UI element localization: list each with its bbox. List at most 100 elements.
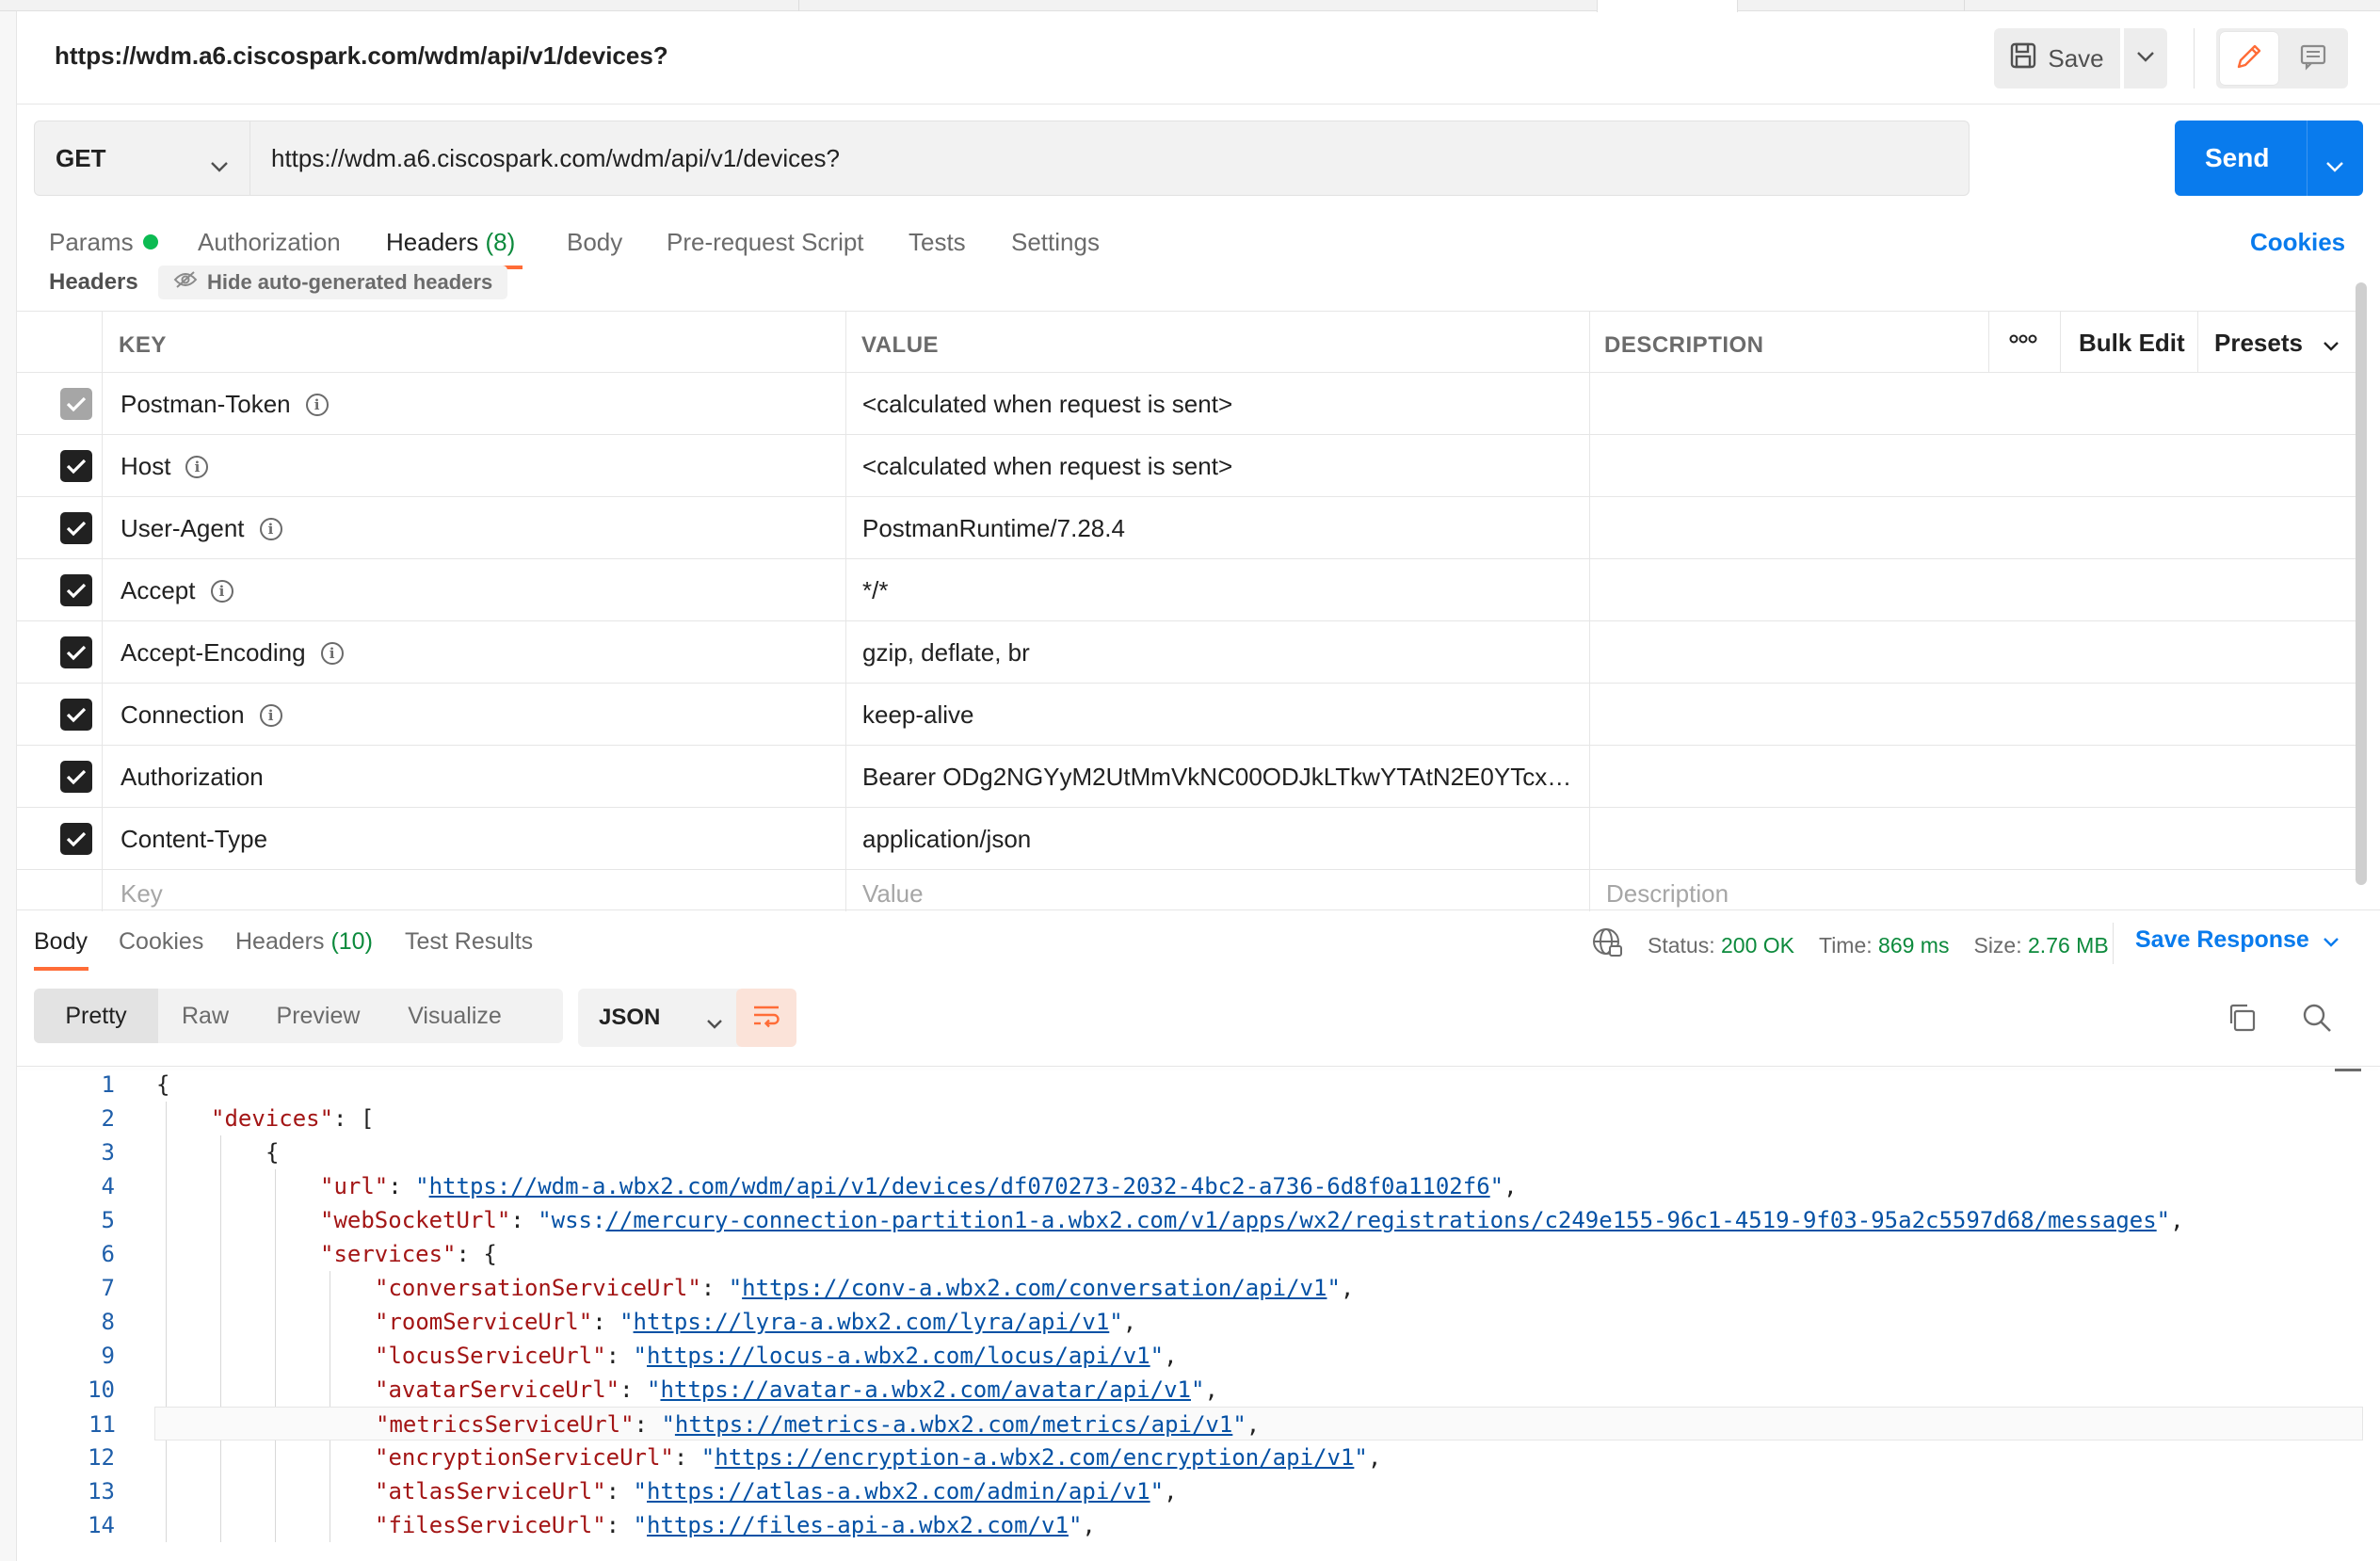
header-key-cell[interactable]: Accept-Encoding i [121,638,344,668]
code-link[interactable]: https://wdm-a.wbx2.com/wdm/api/v1/device… [429,1173,1490,1199]
presets-dropdown[interactable]: Presets [2214,329,2340,358]
code-token: : [673,1444,701,1471]
header-key-cell[interactable]: Postman-Token i [121,390,329,419]
code-link[interactable]: https://avatar-a.wbx2.com/avatar/api/v1 [660,1376,1191,1403]
header-value[interactable]: */* [862,576,888,605]
code-link[interactable]: https://files-api-a.wbx2.com/v1 [647,1512,1069,1538]
response-tab-cookies[interactable]: Cookies [119,928,203,956]
code-token: " [1109,1309,1123,1335]
json-key: "encryptionServiceUrl" [375,1444,674,1471]
active-tab[interactable] [1597,0,1738,12]
header-value[interactable]: Bearer ODg2NGYyM2UtMmVkNC00ODJkLTkwYTAtN… [862,763,1587,792]
code-line: 3{ [17,1135,2363,1169]
info-icon[interactable]: i [259,517,282,540]
code-text: "avatarServiceUrl": "https://avatar-a.wb… [375,1373,1218,1407]
header-key-cell[interactable]: Authorization [121,763,264,792]
response-code-view[interactable]: 1{2 "devices": [3{4 "url": "https://wdm-a.… [17,1068,2363,1542]
header-key: Accept [121,576,196,604]
checkbox-icon[interactable] [60,761,92,793]
header-key-cell[interactable]: Connection i [121,700,282,730]
header-value[interactable]: gzip, deflate, br [862,638,1030,668]
header-value[interactable]: PostmanRuntime/7.28.4 [862,514,1125,543]
wrap-lines-button[interactable] [736,989,796,1047]
globe-icon[interactable] [1591,926,1623,964]
code-text: "url": "https://wdm-a.wbx2.com/wdm/api/v… [320,1169,1518,1203]
new-description-input[interactable]: Description [1606,879,1729,909]
hide-auto-generated-headers-button[interactable]: Hide auto-generated headers [158,266,508,299]
tab-authorization[interactable]: Authorization [198,228,341,257]
json-key: "metricsServiceUrl" [376,1411,635,1438]
header-value[interactable]: <calculated when request is sent> [862,452,1232,481]
view-preview-button[interactable]: Preview [252,989,384,1043]
info-icon[interactable]: i [259,703,282,727]
checkbox-icon[interactable] [60,450,92,482]
checkbox-icon[interactable] [60,823,92,855]
status-label: Status: [1648,932,1715,958]
new-key-input[interactable]: Key [121,879,163,909]
header-value[interactable]: application/json [862,825,1031,854]
checkbox-icon[interactable] [60,636,92,668]
cookies-link[interactable]: Cookies [2250,228,2345,257]
header-key-cell[interactable]: Accept i [121,576,233,605]
code-link[interactable]: https://encryption-a.wbx2.com/encryption… [715,1444,1354,1471]
info-icon[interactable]: i [210,579,233,603]
tab-separator [798,0,799,11]
info-icon[interactable]: i [320,641,344,665]
bulk-edit-button[interactable]: Bulk Edit [2079,329,2185,358]
code-link[interactable]: https://locus-a.wbx2.com/locus/api/v1 [647,1343,1150,1369]
edit-mode-button[interactable] [2220,32,2278,85]
tab-prerequest-script[interactable]: Pre-request Script [667,228,864,257]
column-divider [102,311,103,911]
header-key-cell[interactable]: User-Agent i [121,514,282,543]
new-value-input[interactable]: Value [862,879,924,909]
save-button[interactable]: Save [1994,28,2120,89]
meta-divider [2113,923,2114,964]
checkbox-icon[interactable] [60,512,92,544]
tab-tests[interactable]: Tests [909,228,966,257]
save-response-button[interactable]: Save Response [2135,926,2340,954]
more-icon[interactable] [2009,332,2037,349]
tab-headers[interactable]: Headers (8) [386,228,515,257]
copy-icon[interactable] [2226,1002,2258,1038]
view-raw-button[interactable]: Raw [158,989,252,1043]
code-link[interactable]: https://atlas-a.wbx2.com/admin/api/v1 [647,1478,1150,1505]
code-link[interactable]: https://conv-a.wbx2.com/conversation/api… [742,1275,1327,1301]
checkbox-icon[interactable] [60,574,92,606]
time-indicator[interactable]: Time: 869 ms [1819,933,1949,958]
header-value[interactable]: keep-alive [862,700,974,730]
code-token: " [1190,1376,1205,1403]
info-icon[interactable]: i [305,393,329,416]
view-pretty-button[interactable]: Pretty [34,989,158,1043]
response-tab-test-results[interactable]: Test Results [405,928,533,956]
comment-mode-button[interactable] [2284,32,2342,85]
checkbox-icon[interactable] [60,699,92,731]
size-indicator[interactable]: Size: 2.76 MB [1973,933,2108,958]
status-indicator[interactable]: Status: 200 OK [1648,933,1794,958]
code-link[interactable]: https://lyra-a.wbx2.com/lyra/api/v1 [634,1309,1110,1335]
headers-scrollbar[interactable] [2356,282,2367,885]
chevron-down-icon[interactable] [2325,149,2344,179]
checkbox-icon [60,388,92,420]
code-token: " [647,1376,661,1403]
header-value[interactable]: <calculated when request is sent> [862,390,1232,419]
header-key-cell[interactable]: Content-Type [121,825,267,854]
request-title[interactable]: https://wdm.a6.ciscospark.com/wdm/api/v1… [55,41,668,71]
code-link[interactable]: //mercury-connection-partition1-a.wbx2.c… [605,1207,2156,1233]
format-select[interactable]: JSON [578,989,744,1047]
save-options-button[interactable] [2124,28,2167,89]
code-link[interactable]: https://metrics-a.wbx2.com/metrics/api/v… [675,1411,1232,1438]
tab-settings[interactable]: Settings [1011,228,1100,257]
send-button[interactable]: Send [2175,121,2363,196]
response-tab-headers[interactable]: Headers (10) [235,928,373,956]
url-input[interactable]: https://wdm.a6.ciscospark.com/wdm/api/v1… [250,121,1970,196]
search-icon[interactable] [2301,1002,2333,1038]
info-icon[interactable]: i [185,455,209,478]
method-select[interactable]: GET [34,121,250,196]
tab-params[interactable]: Params [49,228,158,257]
tab-body[interactable]: Body [567,228,622,257]
code-line: 12 "encryptionServiceUrl": "https://encry… [17,1440,2363,1474]
tab-separator [1964,0,1965,11]
view-visualize-button[interactable]: Visualize [384,989,525,1043]
header-key-cell[interactable]: Host i [121,452,209,481]
response-tab-body[interactable]: Body [34,928,88,956]
